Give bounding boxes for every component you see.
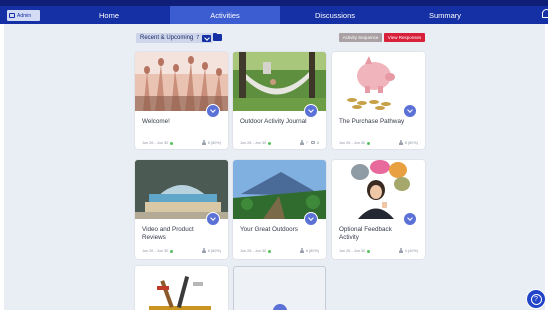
person-icon (299, 248, 304, 253)
card-participation: 8 (80%) (201, 140, 221, 145)
card-date: Jun 26 - Jun 30 (240, 249, 271, 253)
folder-icon[interactable] (213, 32, 222, 41)
comment-count: 8 (316, 140, 319, 145)
date-range: Jun 26 - Jun 30 (142, 249, 169, 253)
card-title: Optional Feedback Activity (339, 226, 392, 241)
expand-chevron-button[interactable] (304, 104, 318, 118)
help-button[interactable]: ? (526, 289, 546, 309)
chevron-down-icon (202, 34, 212, 42)
participation-count: 8 (80%) (404, 140, 418, 145)
person-icon (398, 248, 403, 253)
activity-sequence-button[interactable]: Activity Sequence (339, 33, 382, 42)
card-date: Jun 26 - Jun 30 (339, 249, 370, 253)
add-activity-card[interactable] (233, 266, 326, 310)
expand-chevron-button[interactable] (403, 104, 417, 118)
activity-card[interactable]: Video and Product Reviews Jun 26 - Jun 3… (135, 160, 228, 259)
add-activity-button[interactable] (273, 304, 287, 310)
activity-card[interactable]: Welcome! Jun 26 - Jun 30 8 (80%) (135, 52, 228, 149)
filter-label: Recent & Upcoming (140, 35, 194, 41)
card-date: Jun 26 - Jun 30 (240, 141, 271, 145)
activity-image-crowd (135, 52, 228, 111)
activity-image-hammock (233, 52, 326, 111)
admin-button[interactable]: Admin (7, 10, 40, 21)
card-title: The Purchase Pathway (339, 118, 405, 125)
date-range: Jun 26 - Jun 30 (339, 249, 366, 253)
date-range: Jun 26 - Jun 30 (240, 141, 267, 145)
help-label: ? (530, 293, 542, 305)
participation-count: 8 (80%) (305, 248, 319, 253)
active-status-dot (366, 141, 370, 145)
admin-label: Admin (17, 12, 32, 19)
filter-count: 7 (196, 35, 200, 41)
activity-card[interactable] (135, 266, 228, 310)
date-range: Jun 26 - Jun 30 (240, 249, 267, 253)
tab-home[interactable]: Home (48, 6, 170, 24)
active-status-dot (366, 249, 370, 253)
participation-count: 8 (80%) (207, 248, 221, 253)
comment-icon (311, 140, 316, 145)
person-icon (299, 140, 304, 145)
card-date: Jun 26 - Jun 30 (142, 141, 173, 145)
activity-image-tent-beach (135, 160, 228, 219)
active-status-dot (169, 141, 173, 145)
card-title: Your Great Outdoors (240, 226, 298, 233)
active-status-dot (169, 249, 173, 253)
card-participation: 8 (80%) (299, 248, 319, 253)
view-responses-button[interactable]: View Responses (384, 33, 425, 42)
notifications-bell-icon[interactable] (542, 9, 548, 18)
tab-activities[interactable]: Activities (170, 6, 280, 24)
tab-discussions[interactable]: Discussions (280, 6, 390, 24)
card-date: Jun 26 - Jun 30 (339, 141, 370, 145)
activity-filter-dropdown[interactable]: Recent & Upcoming 7 (136, 33, 214, 43)
admin-icon (9, 13, 15, 18)
card-title: Outdoor Activity Journal (240, 118, 307, 125)
expand-chevron-button[interactable] (206, 104, 220, 118)
participation-count: 4 (40%) (404, 248, 418, 253)
left-border (0, 24, 4, 310)
activity-image-mountain (233, 160, 326, 219)
tab-summary[interactable]: Summary (390, 6, 500, 24)
active-status-dot (267, 141, 271, 145)
activity-card[interactable]: Optional Feedback Activity Jun 26 - Jun … (332, 160, 425, 259)
activity-card[interactable]: Outdoor Activity Journal Jun 26 - Jun 30… (233, 52, 326, 149)
activity-card[interactable]: Your Great Outdoors Jun 26 - Jun 30 8 (8… (233, 160, 326, 259)
person-icon (201, 248, 206, 253)
participation-count: 7 (305, 140, 308, 145)
card-participation: 8 (80%) (398, 140, 418, 145)
card-title: Welcome! (142, 118, 170, 125)
card-participation: 4 (40%) (398, 248, 418, 253)
top-nav: Admin Home Activities Discussions Summar… (0, 0, 548, 24)
card-title: Video and Product Reviews (142, 226, 194, 241)
active-status-dot (267, 249, 271, 253)
date-range: Jun 26 - Jun 30 (339, 141, 366, 145)
expand-chevron-button[interactable] (403, 212, 417, 226)
date-range: Jun 26 - Jun 30 (142, 141, 169, 145)
person-icon (398, 140, 403, 145)
card-participation: 78 (299, 140, 319, 145)
activity-image-thinking-woman (332, 160, 425, 219)
expand-chevron-button[interactable] (304, 212, 318, 226)
activity-image-tools (135, 266, 228, 310)
person-icon (201, 140, 206, 145)
card-date: Jun 26 - Jun 30 (142, 249, 173, 253)
participation-count: 8 (80%) (207, 140, 221, 145)
card-participation: 8 (80%) (201, 248, 221, 253)
activity-card[interactable]: The Purchase Pathway Jun 26 - Jun 30 8 (… (332, 52, 425, 149)
activity-image-piggy-bank (332, 52, 425, 111)
expand-chevron-button[interactable] (206, 212, 220, 226)
